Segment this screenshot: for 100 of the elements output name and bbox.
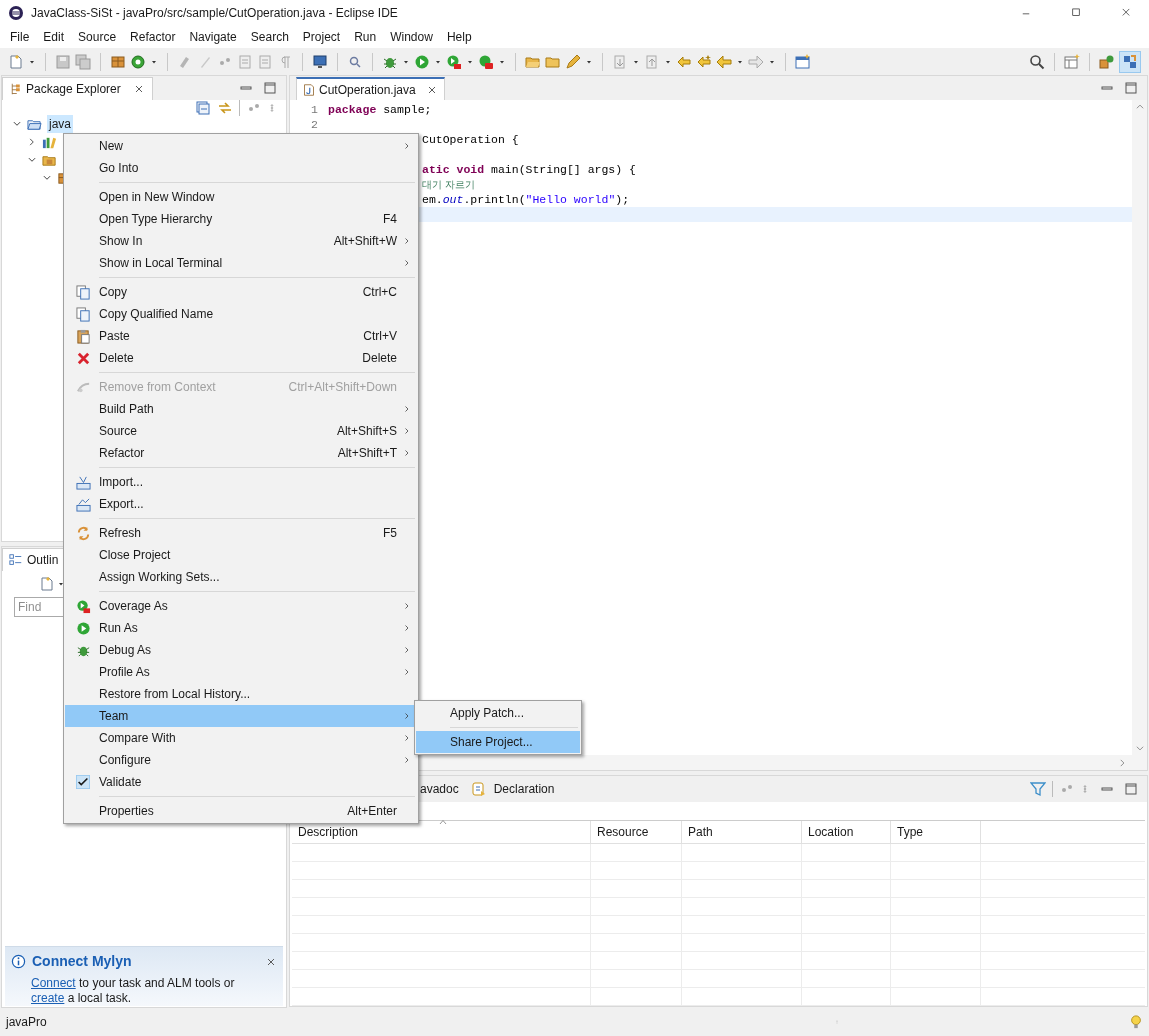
collapse-all-icon[interactable] — [195, 100, 211, 116]
line-number: 1 — [311, 102, 318, 116]
menu-item[interactable]: Window — [383, 28, 440, 46]
pencil-icon[interactable] — [565, 53, 581, 70]
package-icon[interactable] — [110, 53, 126, 70]
line-number: 2 — [311, 117, 318, 131]
chevron-down-icon[interactable] — [27, 155, 37, 165]
maximize-icon[interactable] — [262, 80, 278, 96]
code-line: package sample; — [328, 102, 432, 116]
menu-item[interactable]: Copy Qualified Name — [65, 303, 417, 325]
editor-tab[interactable]: CutOperation.java — [296, 77, 445, 100]
menu-item[interactable]: Search — [243, 28, 296, 46]
column-header[interactable]: Resource — [597, 823, 649, 841]
back-arrow-icon[interactable] — [696, 53, 712, 70]
menu-item[interactable]: Compare With — [65, 727, 417, 749]
tab-label: Package Explorer — [26, 81, 121, 98]
menu-item[interactable]: Project — [295, 28, 348, 46]
menu-item[interactable]: Assign Working Sets... — [65, 566, 417, 588]
new-file-icon[interactable] — [8, 53, 24, 70]
menu-item[interactable]: Validate — [65, 771, 417, 793]
coverage-icon[interactable] — [446, 53, 462, 70]
maximize-icon[interactable] — [1123, 80, 1139, 96]
menu-item[interactable]: Copy Ctrl+C — [65, 281, 417, 303]
save-all-icon[interactable] — [75, 53, 91, 70]
outline-icon — [9, 553, 23, 567]
delete-icon — [75, 350, 91, 366]
menu-item[interactable]: Share Project... — [416, 731, 580, 753]
sort-caret-icon[interactable] — [438, 818, 448, 826]
menu-item[interactable]: Properties Alt+Enter — [65, 800, 417, 822]
menu-item[interactable]: Refactor Alt+Shift+T — [65, 442, 417, 464]
menu-item[interactable]: Team — [65, 705, 417, 727]
view-tab[interactable]: Package Explorer — [2, 77, 153, 100]
menu-item[interactable]: Paste Ctrl+V — [65, 325, 417, 347]
menu-item[interactable]: Open in New Window — [65, 186, 417, 208]
menu-item[interactable]: Show In Alt+Shift+W — [65, 230, 417, 252]
copy-icon — [75, 284, 91, 300]
column-header[interactable]: Path — [688, 823, 713, 841]
column-header[interactable]: Location — [808, 823, 854, 841]
menu-item[interactable]: File — [3, 28, 37, 46]
menu-item[interactable]: Import... — [65, 471, 417, 493]
export-icon — [75, 496, 91, 512]
maximize-icon[interactable] — [1123, 781, 1139, 797]
run-tool-icon[interactable] — [478, 53, 494, 70]
lightbulb-icon[interactable] — [1129, 1014, 1143, 1030]
menu-item[interactable]: Refresh F5 — [65, 522, 417, 544]
save-icon[interactable] — [55, 53, 71, 70]
chevron-down-icon[interactable] — [42, 173, 52, 183]
menu-item[interactable]: Help — [439, 28, 479, 46]
menu-item[interactable]: Refactor — [123, 28, 183, 46]
tab-label: Outlin — [27, 552, 59, 569]
menu-item[interactable]: Close Project — [65, 544, 417, 566]
code-line: CutOperation { — [422, 132, 519, 146]
menu-item[interactable]: Edit — [36, 28, 72, 46]
menu-item[interactable]: Profile As — [65, 661, 417, 683]
menu-item[interactable]: Source — [71, 28, 124, 46]
link-editor-icon[interactable] — [217, 100, 233, 116]
back-icon[interactable] — [716, 53, 732, 70]
link[interactable]: create — [31, 991, 65, 1005]
import-icon — [75, 474, 91, 490]
menu-item[interactable]: Run As — [65, 617, 417, 639]
java-file-icon — [303, 82, 315, 97]
menu-item[interactable]: Delete Delete — [65, 347, 417, 369]
column-header[interactable]: Type — [897, 823, 923, 841]
search-icon[interactable] — [1029, 53, 1045, 70]
tree-item[interactable]: java — [47, 115, 73, 133]
view-tab[interactable]: Outlin — [2, 548, 66, 571]
menu-item[interactable]: New — [65, 135, 417, 157]
menu-item[interactable]: Source Alt+Shift+S — [65, 420, 417, 442]
java-perspective-button[interactable] — [1119, 50, 1141, 73]
scroll-right-icon[interactable] — [1117, 757, 1127, 768]
new-item-icon[interactable] — [39, 576, 55, 592]
code-line: 대기 자르기 — [422, 177, 476, 191]
monitor-icon[interactable] — [312, 53, 328, 70]
menu-item[interactable]: Show in Local Terminal — [65, 252, 417, 274]
menu-item[interactable]: Apply Patch... — [416, 702, 580, 724]
chevron-right-icon[interactable] — [27, 137, 37, 147]
view-tab[interactable]: avadoc — [418, 780, 461, 798]
menu-item[interactable]: Export... — [65, 493, 417, 515]
scroll-up-icon[interactable] — [1134, 102, 1145, 112]
menu-item[interactable]: Build Path — [65, 398, 417, 420]
menu-item[interactable]: Open Type Hierarchy F4 — [65, 208, 417, 230]
code-line: atic void main(String[] args) { — [422, 162, 636, 176]
open-perspective-icon[interactable] — [1064, 53, 1080, 70]
menu-item[interactable]: Navigate — [182, 28, 244, 46]
menu-item[interactable]: Run — [347, 28, 384, 46]
menu-item[interactable]: Configure — [65, 749, 417, 771]
new-window-icon[interactable] — [795, 53, 811, 70]
menu-item[interactable]: Coverage As — [65, 595, 417, 617]
view-tab[interactable]: Declaration — [492, 780, 556, 798]
code-line: em.out.println("Hello world"); — [422, 192, 630, 206]
run-icon[interactable] — [414, 53, 430, 70]
column-header[interactable]: Description — [298, 823, 359, 841]
scroll-down-icon[interactable] — [1134, 743, 1145, 753]
menu-item[interactable]: Go Into — [65, 157, 417, 179]
menu-item[interactable]: Restore from Local History... — [65, 683, 417, 705]
mylyn-message: Connect to your task and ALM tools or create a local task. — [30, 976, 236, 1006]
chevron-down-icon[interactable] — [12, 119, 22, 129]
link[interactable]: Connect — [31, 976, 76, 990]
menu-item[interactable]: Debug As — [65, 639, 417, 661]
tab-label: CutOperation.java — [319, 81, 416, 99]
